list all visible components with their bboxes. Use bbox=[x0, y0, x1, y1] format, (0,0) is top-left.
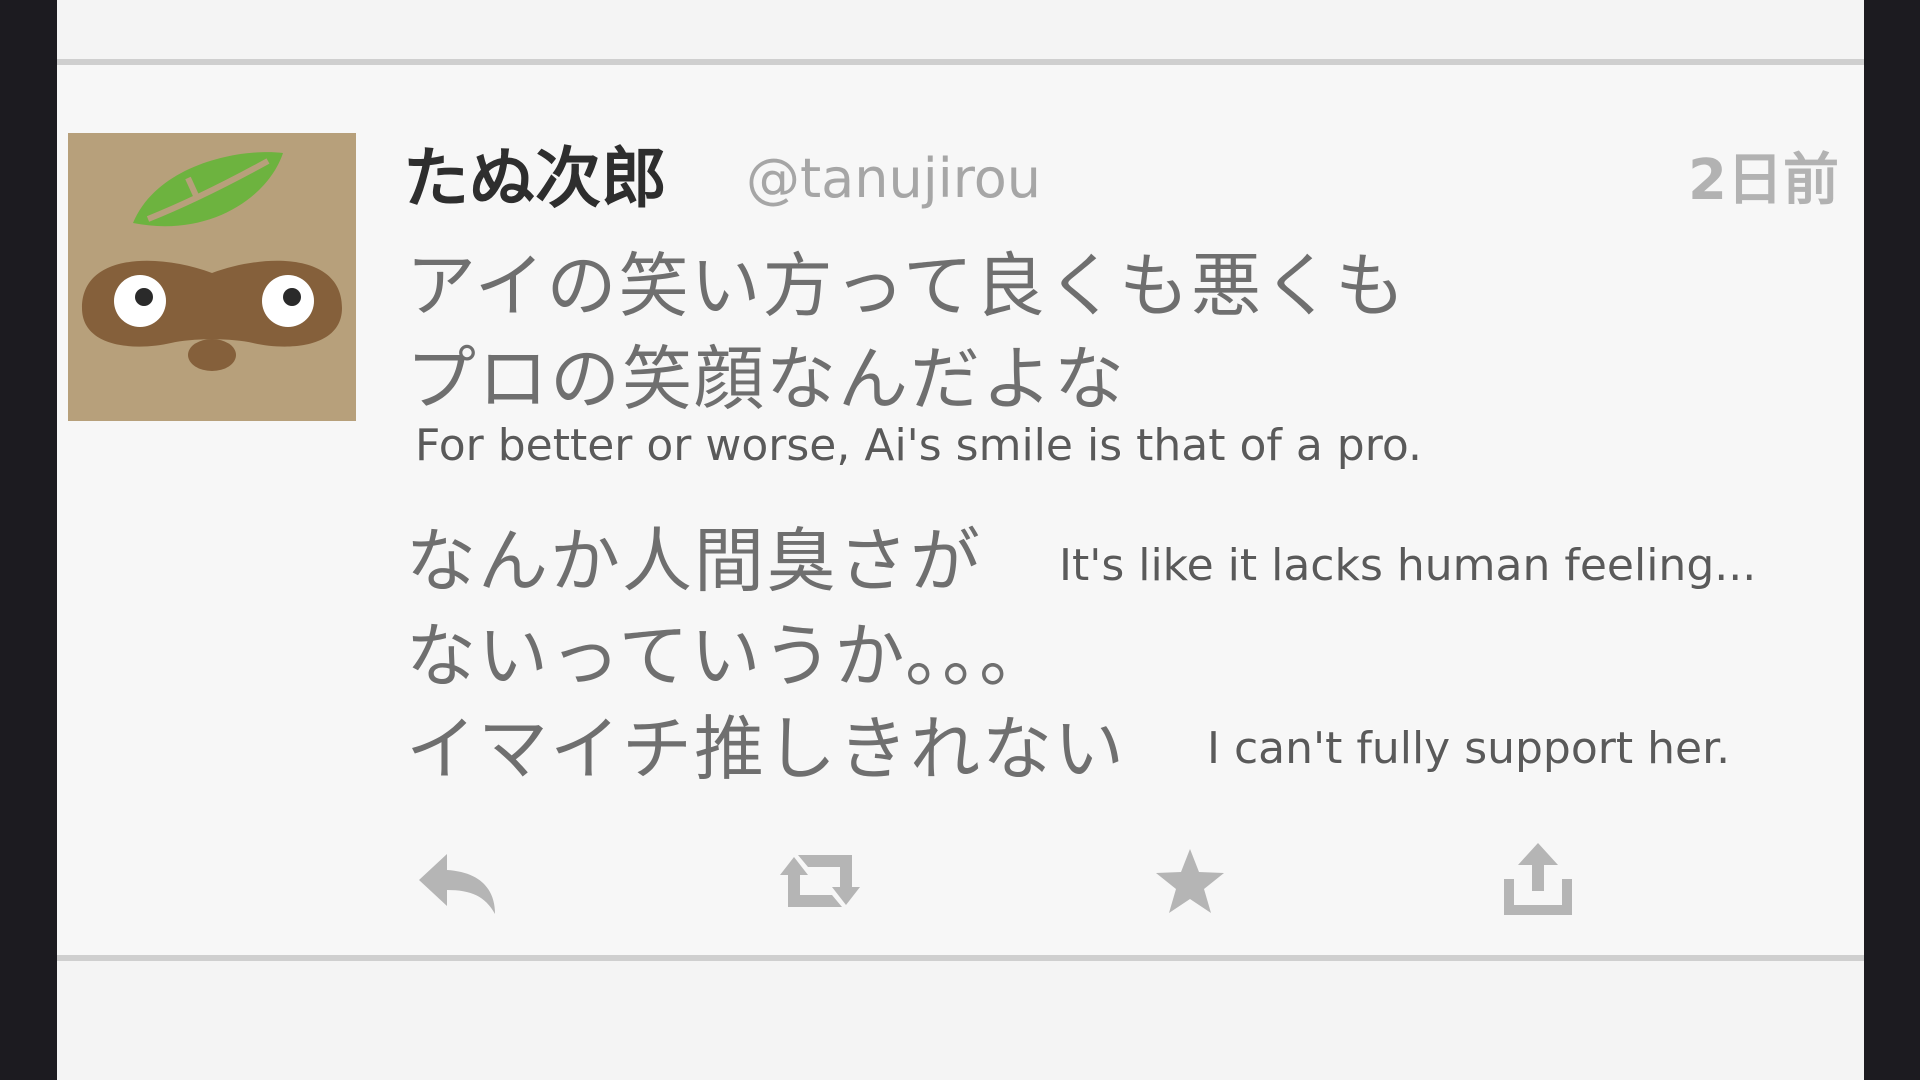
tweet-card[interactable]: たぬ次郎 @tanujirou 2日前 アイの笑い方って良くも悪くも プロの笑顔… bbox=[57, 65, 1864, 955]
screen: たぬ次郎 @tanujirou 2日前 アイの笑い方って良くも悪くも プロの笑顔… bbox=[57, 0, 1864, 1080]
bottom-divider bbox=[57, 955, 1864, 961]
avatar[interactable] bbox=[68, 133, 356, 421]
retweet-button[interactable] bbox=[772, 833, 868, 929]
tweet-text-line: なんか人間臭さが bbox=[406, 520, 982, 602]
user-handle[interactable]: @tanujirou bbox=[746, 147, 1041, 210]
subtitle-caption: For better or worse, Ai's smile is that … bbox=[415, 420, 1422, 471]
tweet-text-line: アイの笑い方って良くも悪くも bbox=[406, 245, 1407, 327]
share-button[interactable] bbox=[1490, 831, 1586, 927]
share-icon bbox=[1504, 843, 1572, 915]
tweet-actions bbox=[57, 825, 1864, 925]
tweet-text-line: イマイチ推しきれない bbox=[406, 708, 1126, 790]
reply-icon bbox=[419, 854, 495, 914]
subtitle-caption: It's like it lacks human feeling... bbox=[1059, 540, 1757, 591]
subtitle-caption: I can't fully support her. bbox=[1207, 723, 1731, 774]
tweet-text-line: ないっていうか。。。 bbox=[406, 615, 1052, 697]
tanuki-avatar-icon bbox=[68, 133, 356, 421]
reply-button[interactable] bbox=[410, 835, 506, 931]
user-name[interactable]: たぬ次郎 bbox=[403, 125, 667, 221]
tweet-text-line: プロの笑顔なんだよな bbox=[406, 338, 1126, 420]
favorite-button[interactable] bbox=[1142, 833, 1238, 929]
timestamp: 2日前 bbox=[1688, 148, 1839, 213]
retweet-icon bbox=[780, 855, 860, 907]
favorite-star-icon bbox=[1156, 849, 1224, 913]
tweet-header: たぬ次郎 @tanujirou bbox=[403, 125, 1803, 217]
